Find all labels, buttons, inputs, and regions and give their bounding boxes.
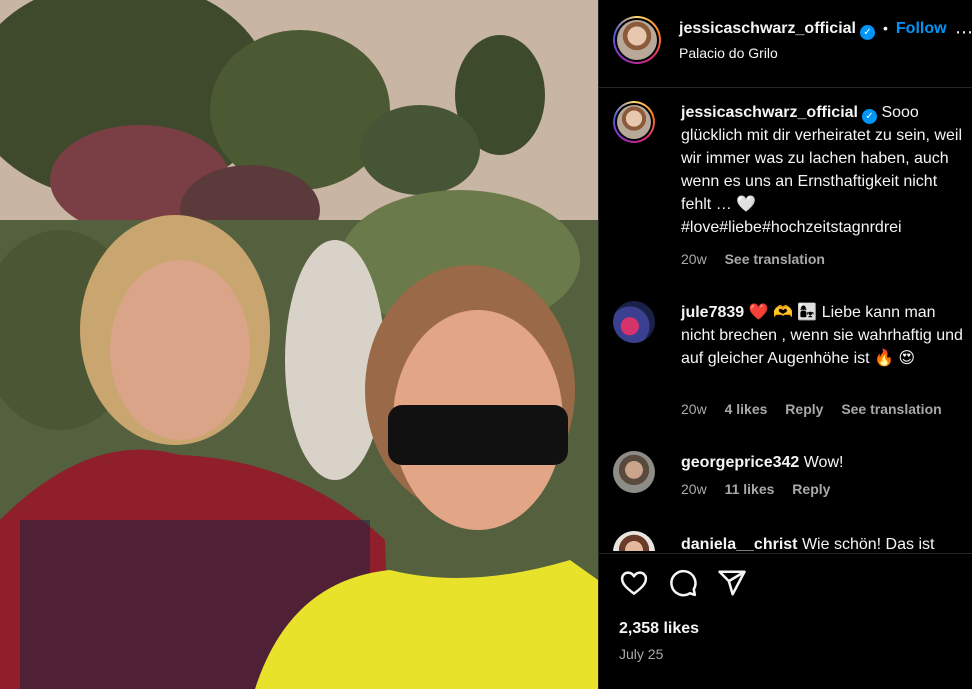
caption-author-avatar[interactable] [613,101,655,143]
heart-icon[interactable] [619,568,649,598]
commenter-avatar[interactable] [613,451,655,493]
comment-icon[interactable] [668,568,698,598]
comments-list[interactable]: jessicaschwarz_official ✓ Sooo glücklich … [599,89,972,551]
separator-dot: • [882,20,888,36]
reply-button[interactable]: Reply [792,481,830,497]
commenter-avatar[interactable] [613,301,655,343]
like-count[interactable]: 2,358 likes [619,620,699,638]
caption-content: Sooo glücklich mit dir verheiratet zu se… [681,104,962,236]
post-date[interactable]: July 25 [619,646,663,662]
author-username[interactable]: jessicaschwarz_official [679,20,856,37]
comment-text: daniela__christ Wie schön! Das ist [681,533,971,551]
post-side-panel: jessicaschwarz_official ✓ • Follow Palacio … [598,0,972,689]
caption-text: jessicaschwarz_official ✓ Sooo glücklich … [681,101,971,239]
comment-meta: 20w 4 likes Reply See translation [681,401,956,417]
comment-text: jule7839 ❤️ 🫶 👩‍👧 Liebe kann man nicht b… [681,301,971,370]
caption-meta: 20w See translation [681,251,839,267]
comment-content: Wie schön! Das ist [801,536,935,551]
caption-age: 20w [681,251,707,267]
comment-age: 20w [681,401,707,417]
post-header: jessicaschwarz_official ✓ • Follow Palacio … [599,0,972,88]
comment-meta: 20w 11 likes Reply [681,481,844,497]
post-location[interactable]: Palacio do Grilo [679,45,778,61]
post-photo-illustration [0,0,598,689]
author-avatar[interactable] [613,16,661,64]
see-translation-link[interactable]: See translation [725,251,825,267]
comment-age: 20w [681,481,707,497]
comment-text: georgeprice342 Wow! [681,451,971,474]
more-options-icon[interactable]: ⋯ [955,22,972,43]
reply-button[interactable]: Reply [785,401,823,417]
comment-likes[interactable]: 11 likes [725,481,775,497]
comment-content: Wow! [803,454,844,471]
caption-username[interactable]: jessicaschwarz_official [681,104,858,121]
commenter-avatar[interactable] [613,531,655,551]
share-icon[interactable] [717,568,747,598]
comment-username[interactable]: georgeprice342 [681,454,799,471]
comment-likes[interactable]: 4 likes [725,401,768,417]
comment-username[interactable]: jule7839 [681,304,744,321]
follow-button[interactable]: Follow [896,20,947,37]
post-actions: 2,358 likes July 25 [599,553,972,689]
verified-badge-icon: ✓ [859,25,875,40]
post-photo[interactable] [0,0,598,689]
comment-username[interactable]: daniela__christ [681,536,798,551]
verified-badge-icon: ✓ [861,109,877,124]
see-translation-link[interactable]: See translation [841,401,941,417]
